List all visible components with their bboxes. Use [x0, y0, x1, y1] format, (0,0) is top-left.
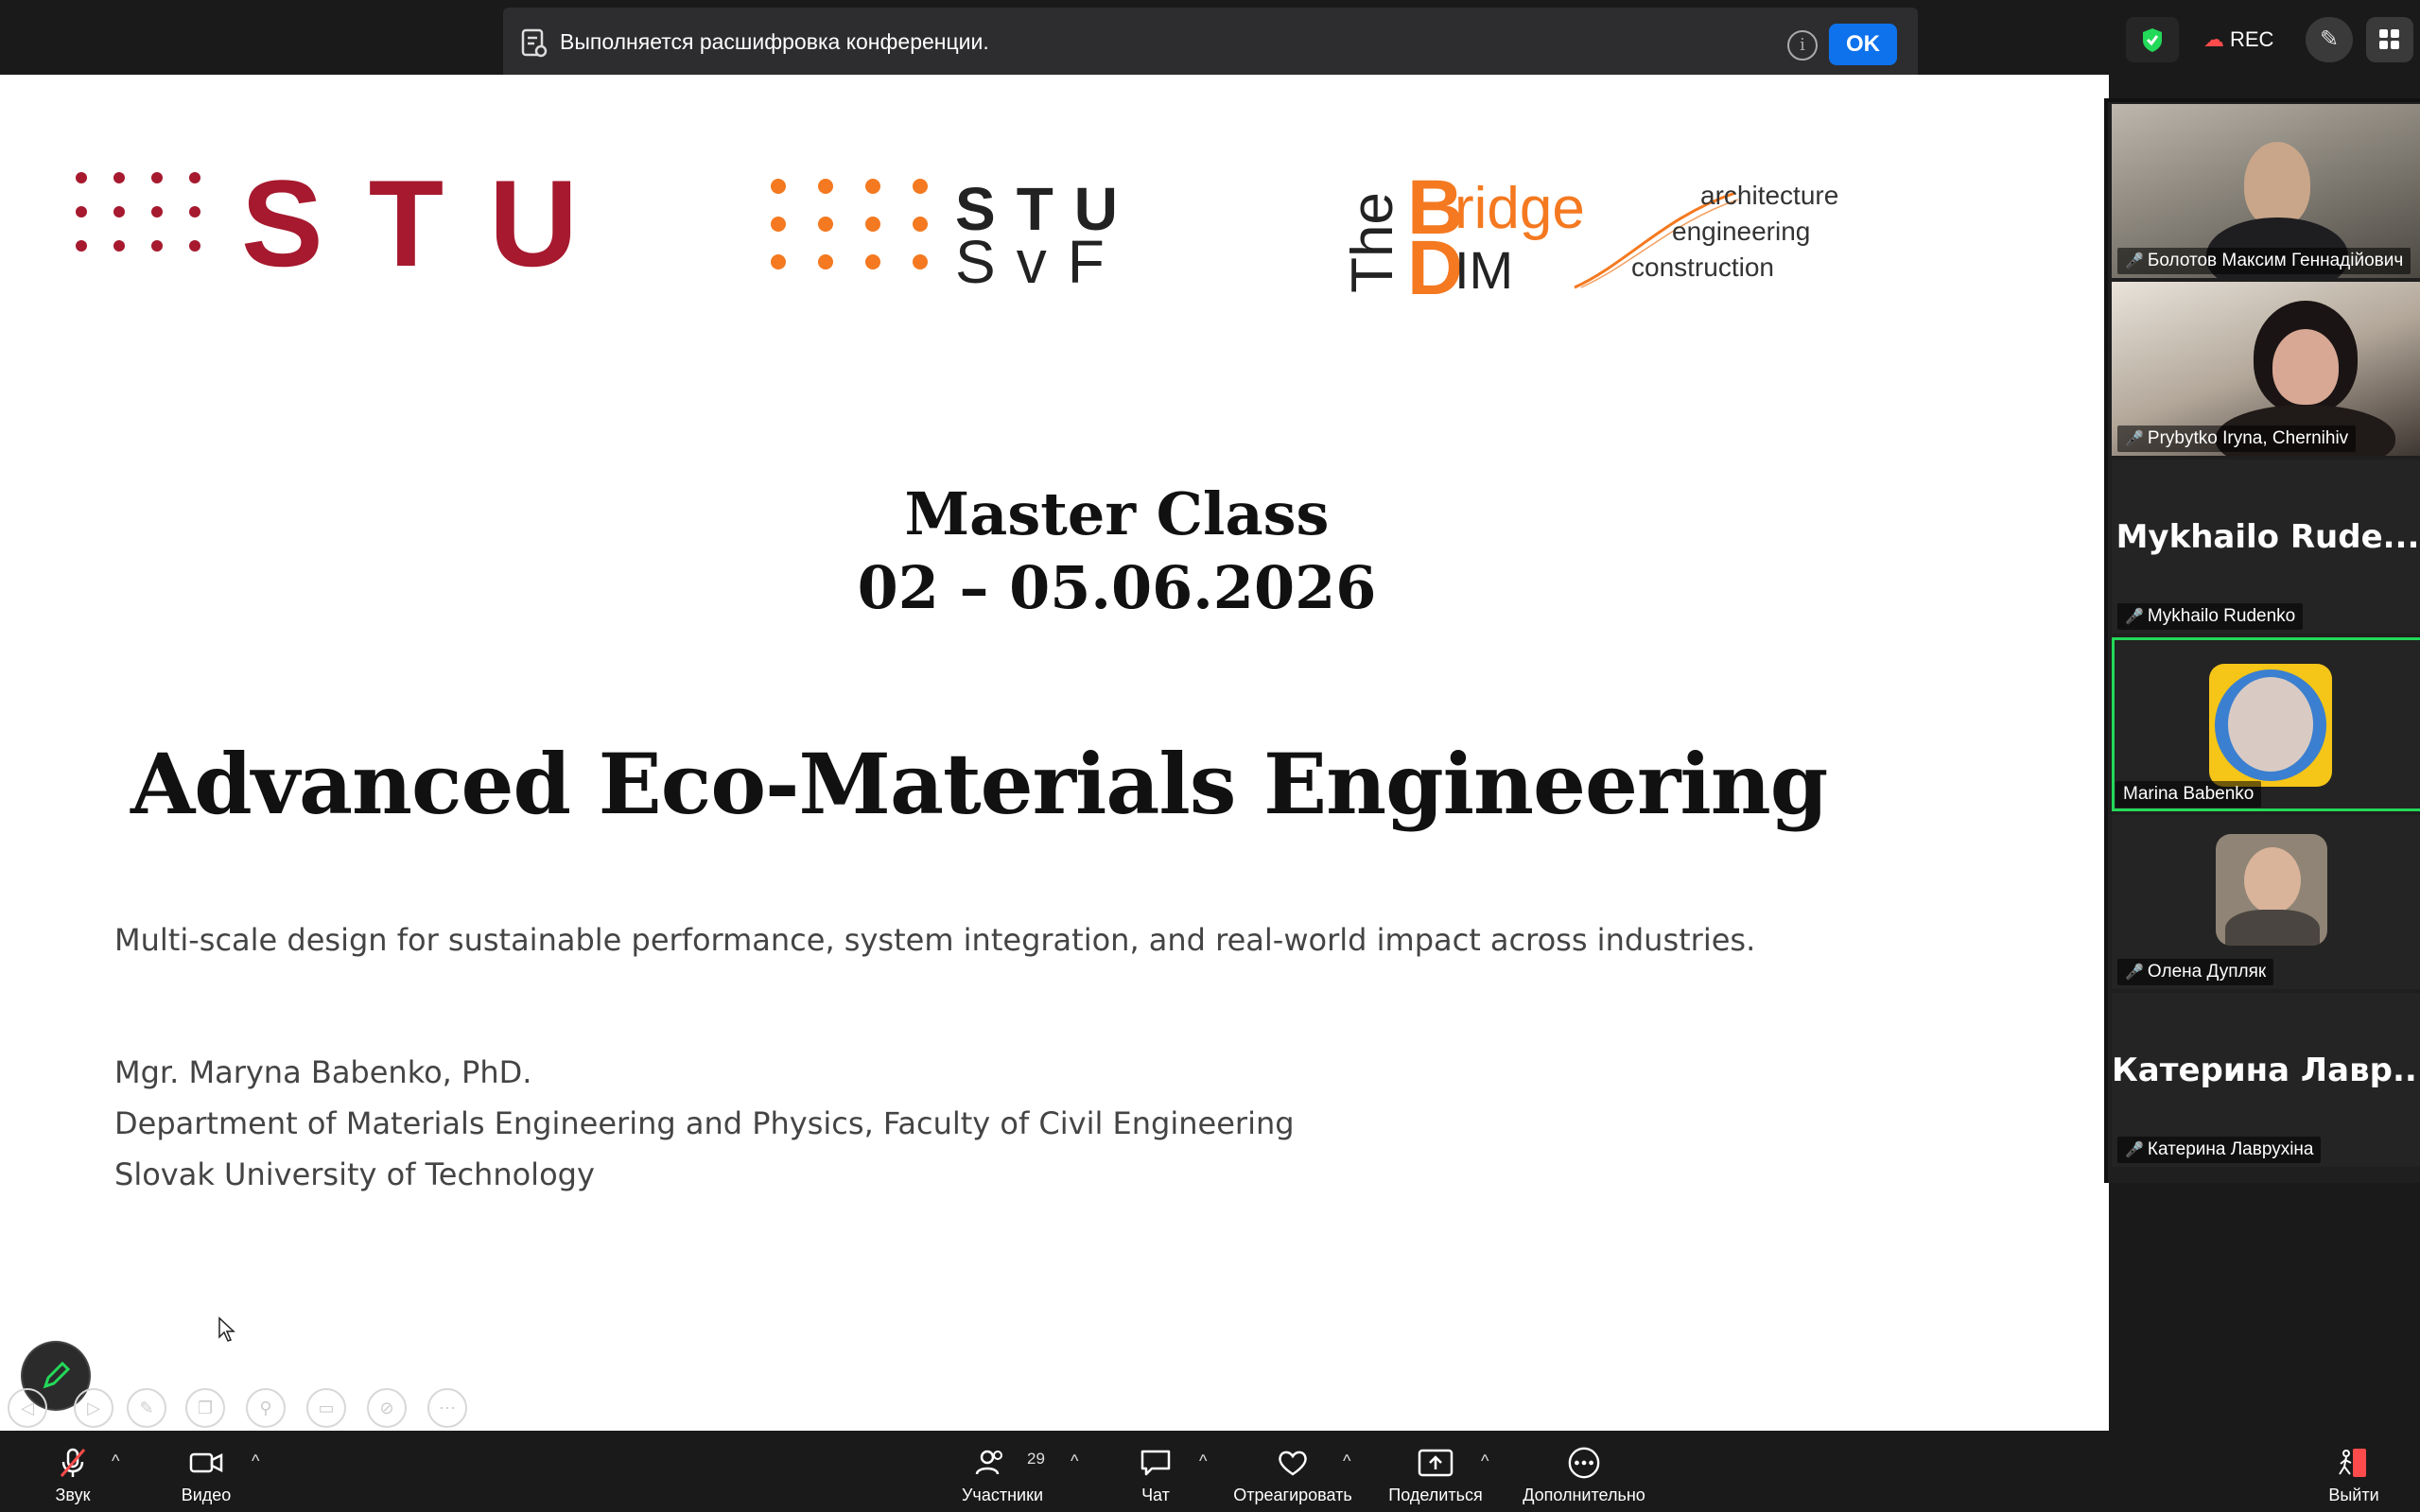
slide-subtitle: Multi-scale design for sustainable perfo… — [114, 922, 1756, 958]
share-label: Поделиться — [1388, 1486, 1483, 1504]
transcription-notice: Выполняется расшифровка конференции. i O… — [503, 8, 1918, 78]
share-options-caret[interactable]: ^ — [1481, 1451, 1489, 1471]
copy-icon[interactable]: ❐ — [185, 1388, 225, 1428]
participant-name: 🎤 Катерина Лаврухіна — [2117, 1137, 2322, 1163]
top-bar: Выполняется расшифровка конференции. i O… — [0, 0, 2420, 78]
muted-mic-icon: 🎤 — [2125, 253, 2144, 269]
avatar — [2209, 664, 2332, 787]
participant-name: 🎤 Mykhailo Rudenko — [2117, 603, 2304, 630]
bridge-bim-logo: The B ridge D IM architecture engineerin… — [1340, 165, 1872, 311]
cloud-record-icon: ☁ — [2203, 27, 2224, 51]
react-options-caret[interactable]: ^ — [1343, 1451, 1350, 1471]
author-university: Slovak University of Technology — [114, 1156, 595, 1192]
edit-pencil-button[interactable]: ✎ — [2306, 17, 2353, 62]
participants-label: Участники — [962, 1486, 1043, 1504]
avatar — [2216, 834, 2327, 946]
chat-button[interactable]: Чат — [1137, 1446, 1175, 1505]
author-department: Department of Materials Engineering and … — [114, 1105, 1295, 1141]
video-options-caret[interactable]: ^ — [252, 1451, 259, 1471]
more-icon[interactable]: ⋯ — [427, 1388, 467, 1428]
transcript-icon — [521, 28, 548, 58]
video-camera-icon — [189, 1452, 223, 1473]
undo-icon[interactable]: ◁ — [8, 1388, 47, 1428]
more-icon — [1568, 1447, 1600, 1479]
info-icon[interactable]: i — [1787, 30, 1818, 61]
leave-label: Выйти — [2328, 1486, 2379, 1504]
participant-tile[interactable]: 🎤 Болотов Максим Геннадійович — [2112, 104, 2420, 278]
draw-icon[interactable]: ✎ — [127, 1388, 166, 1428]
recording-indicator[interactable]: ☁ REC — [2194, 17, 2289, 62]
participant-tile[interactable]: Mykhailo Rude... 🎤 Mykhailo Rudenko — [2112, 460, 2420, 634]
more-button[interactable]: Дополнительно — [1513, 1446, 1655, 1505]
audio-label: Звук — [55, 1486, 91, 1504]
bridge-logo-the: The — [1339, 192, 1405, 293]
stu-logo-text: STU — [241, 154, 623, 292]
more-label: Дополнительно — [1523, 1486, 1645, 1504]
video-off-icon[interactable]: ⊘ — [367, 1388, 407, 1428]
share-button[interactable]: Поделиться — [1386, 1446, 1485, 1505]
leave-button[interactable]: Выйти — [2321, 1446, 2387, 1505]
svf-logo-dots — [771, 179, 928, 283]
audio-options-caret[interactable]: ^ — [112, 1451, 119, 1471]
slide-title: Advanced Eco-Materials Engineering — [131, 735, 1828, 833]
chat-options-caret[interactable]: ^ — [1199, 1451, 1207, 1471]
stu-logo-dots — [76, 172, 218, 276]
muted-mic-icon: 🎤 — [2125, 1142, 2144, 1158]
muted-mic-icon: 🎤 — [2125, 609, 2144, 625]
participant-name: 🎤 Болотов Максим Геннадійович — [2117, 248, 2411, 274]
bridge-tag-engineering: engineering — [1672, 217, 1811, 246]
chat-label: Чат — [1141, 1486, 1170, 1504]
heart-icon — [1279, 1451, 1307, 1476]
participant-name: 🎤 Prybytko Iryna, Chernihiv — [2117, 426, 2357, 452]
bridge-logo-ridge: ridge — [1454, 176, 1585, 241]
participant-display-name: Mykhailo Rude... — [2115, 518, 2420, 556]
annotation-toolbar: ◁ ▷ ✎ ❐ ⚲ ▭ ⊘ ⋯ — [8, 1388, 471, 1430]
participant-tile[interactable]: 🎤 Prybytko Iryna, Chernihiv — [2112, 282, 2420, 456]
rec-label: REC — [2230, 27, 2274, 51]
participants-button[interactable]: 29 Участники — [955, 1446, 1050, 1505]
mouse-cursor-icon — [218, 1316, 235, 1342]
shield-icon — [2143, 28, 2162, 52]
mic-muted-icon — [60, 1448, 86, 1477]
heading-master-class: Master Class — [904, 479, 1330, 548]
zoom-icon[interactable]: ⚲ — [246, 1388, 286, 1428]
participant-tile-active-speaker[interactable]: Marina Babenko — [2112, 637, 2420, 811]
participants-options-caret[interactable]: ^ — [1071, 1451, 1078, 1471]
meeting-status-controls: ☁ REC ✎ — [2126, 17, 2420, 62]
heading-dates: 02 – 05.06.2026 — [857, 553, 1377, 622]
ok-button[interactable]: OK — [1829, 24, 1897, 65]
svf-logo-line2: SvF — [955, 228, 1125, 296]
participant-tile[interactable]: 🎤 Олена Дупляк — [2112, 815, 2420, 989]
bridge-logo-im: IM — [1454, 240, 1514, 300]
view-layout-button[interactable] — [2366, 17, 2413, 62]
video-label: Видео — [181, 1486, 232, 1504]
participant-name: Marina Babenko — [2115, 781, 2262, 808]
security-shield-button[interactable] — [2126, 17, 2179, 62]
share-screen-icon — [1418, 1449, 1454, 1477]
redo-icon[interactable]: ▷ — [74, 1388, 113, 1428]
audio-button[interactable]: Звук — [49, 1446, 96, 1505]
bridge-tag-construction: construction — [1631, 252, 1774, 282]
participant-tile[interactable]: Катерина Лавр... 🎤 Катерина Лаврухіна — [2112, 993, 2420, 1167]
participant-name: 🎤 Олена Дупляк — [2117, 959, 2274, 985]
participants-icon — [975, 1450, 1002, 1475]
participant-gallery: 🎤 Болотов Максим Геннадійович 🎤 Prybytko I… — [2104, 98, 2420, 1183]
caption-icon[interactable]: ▭ — [306, 1388, 346, 1428]
react-button[interactable]: Отреагировать — [1231, 1446, 1354, 1505]
notice-message: Выполняется расшифровка конференции. — [560, 29, 989, 54]
meeting-toolbar: Звук ^ Видео ^ 29 Участники ^ Чат ^ Отре… — [0, 1431, 2420, 1512]
bridge-tag-architecture: architecture — [1700, 181, 1839, 210]
chat-icon — [1140, 1450, 1171, 1476]
react-label: Отреагировать — [1233, 1486, 1352, 1504]
muted-mic-icon: 🎤 — [2125, 431, 2144, 447]
pencil-icon: ✎ — [2319, 26, 2340, 52]
shared-screen-slide: STU STU SvF The B ridge D IM architectur… — [0, 75, 2109, 1431]
leave-door-icon — [2339, 1449, 2366, 1477]
author-name: Mgr. Maryna Babenko, PhD. — [114, 1054, 532, 1090]
video-button[interactable]: Видео — [178, 1446, 235, 1505]
muted-mic-icon: 🎤 — [2125, 965, 2144, 981]
participants-count: 29 — [1027, 1450, 1045, 1468]
participant-display-name: Катерина Лавр... — [2112, 1051, 2420, 1089]
